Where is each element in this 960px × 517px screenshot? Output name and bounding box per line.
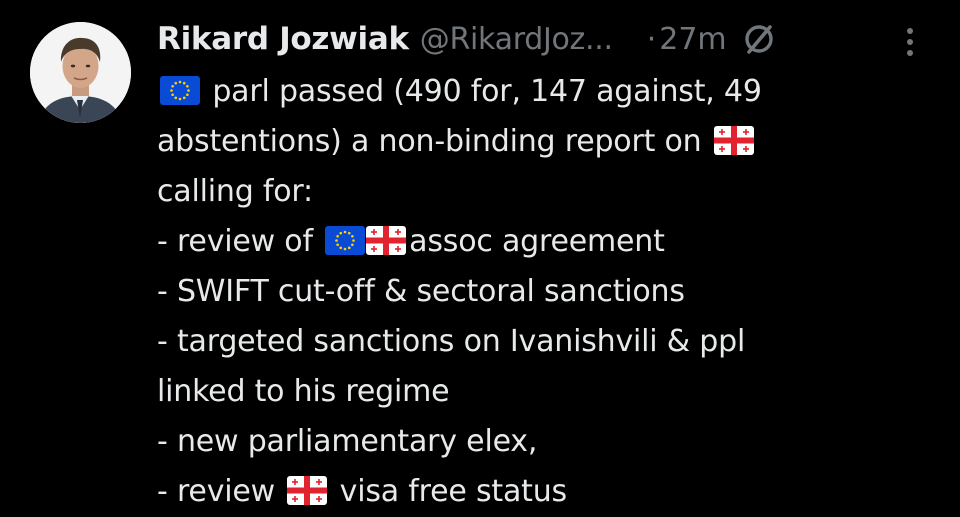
grok-icon[interactable] <box>741 21 777 57</box>
tweet-line-3: calling for: <box>157 167 937 217</box>
tweet-timestamp[interactable]: 27m <box>659 22 726 57</box>
tweet-line-6-text: - targeted sanctions on Ivanishvili & pp… <box>157 324 746 359</box>
author-handle[interactable]: @RikardJoz... <box>420 22 613 57</box>
tweet-line-9-suffix: visa free status <box>330 474 568 509</box>
separator-dot: · <box>646 21 657 57</box>
georgia-flag-icon <box>366 226 406 255</box>
tweet-line-7: linked to his regime <box>157 367 937 417</box>
tweet-line-3-text: calling for: <box>157 174 313 209</box>
profile-photo <box>30 22 131 123</box>
tweet-line-8: - new parliamentary elex, <box>157 417 937 467</box>
tweet-line-5-text: - SWIFT cut-off & sectoral sanctions <box>157 274 685 309</box>
tweet-line-6: - targeted sanctions on Ivanishvili & pp… <box>157 317 937 367</box>
tweet-line-4-suffix: assoc agreement <box>409 224 665 259</box>
tweet-text: parl passed (490 for, 147 against, 49 ab… <box>157 67 937 517</box>
tweet-line-5: - SWIFT cut-off & sectoral sanctions <box>157 267 937 317</box>
tweet-line-4: - review of assoc agreement <box>157 217 937 267</box>
more-vertical-icon[interactable] <box>899 22 921 62</box>
georgia-flag-icon <box>714 126 754 155</box>
tweet-header: Rikard Jozwiak @RikardJoz... · 27m <box>157 16 777 62</box>
author-name[interactable]: Rikard Jozwiak <box>157 21 409 57</box>
tweet-line-1: parl passed (490 for, 147 against, 49 <box>157 67 937 117</box>
tweet-line-1-text: parl passed (490 for, 147 against, 49 <box>203 74 762 109</box>
tweet-line-2: abstentions) a non-binding report on <box>157 117 937 167</box>
tweet-line-8-text: - new parliamentary elex, <box>157 424 538 459</box>
georgia-flag-icon <box>287 476 327 505</box>
eu-flag-icon <box>160 76 200 105</box>
tweet-line-2-text: abstentions) a non-binding report on <box>157 124 711 159</box>
author-avatar[interactable] <box>30 22 131 123</box>
tweet-line-9-prefix: - review <box>157 474 285 509</box>
eu-flag-icon <box>325 226 365 255</box>
tweet-line-4-prefix: - review of <box>157 224 323 259</box>
tweet-line-7-text: linked to his regime <box>157 374 450 409</box>
tweet-line-9: - review visa free status <box>157 467 937 517</box>
